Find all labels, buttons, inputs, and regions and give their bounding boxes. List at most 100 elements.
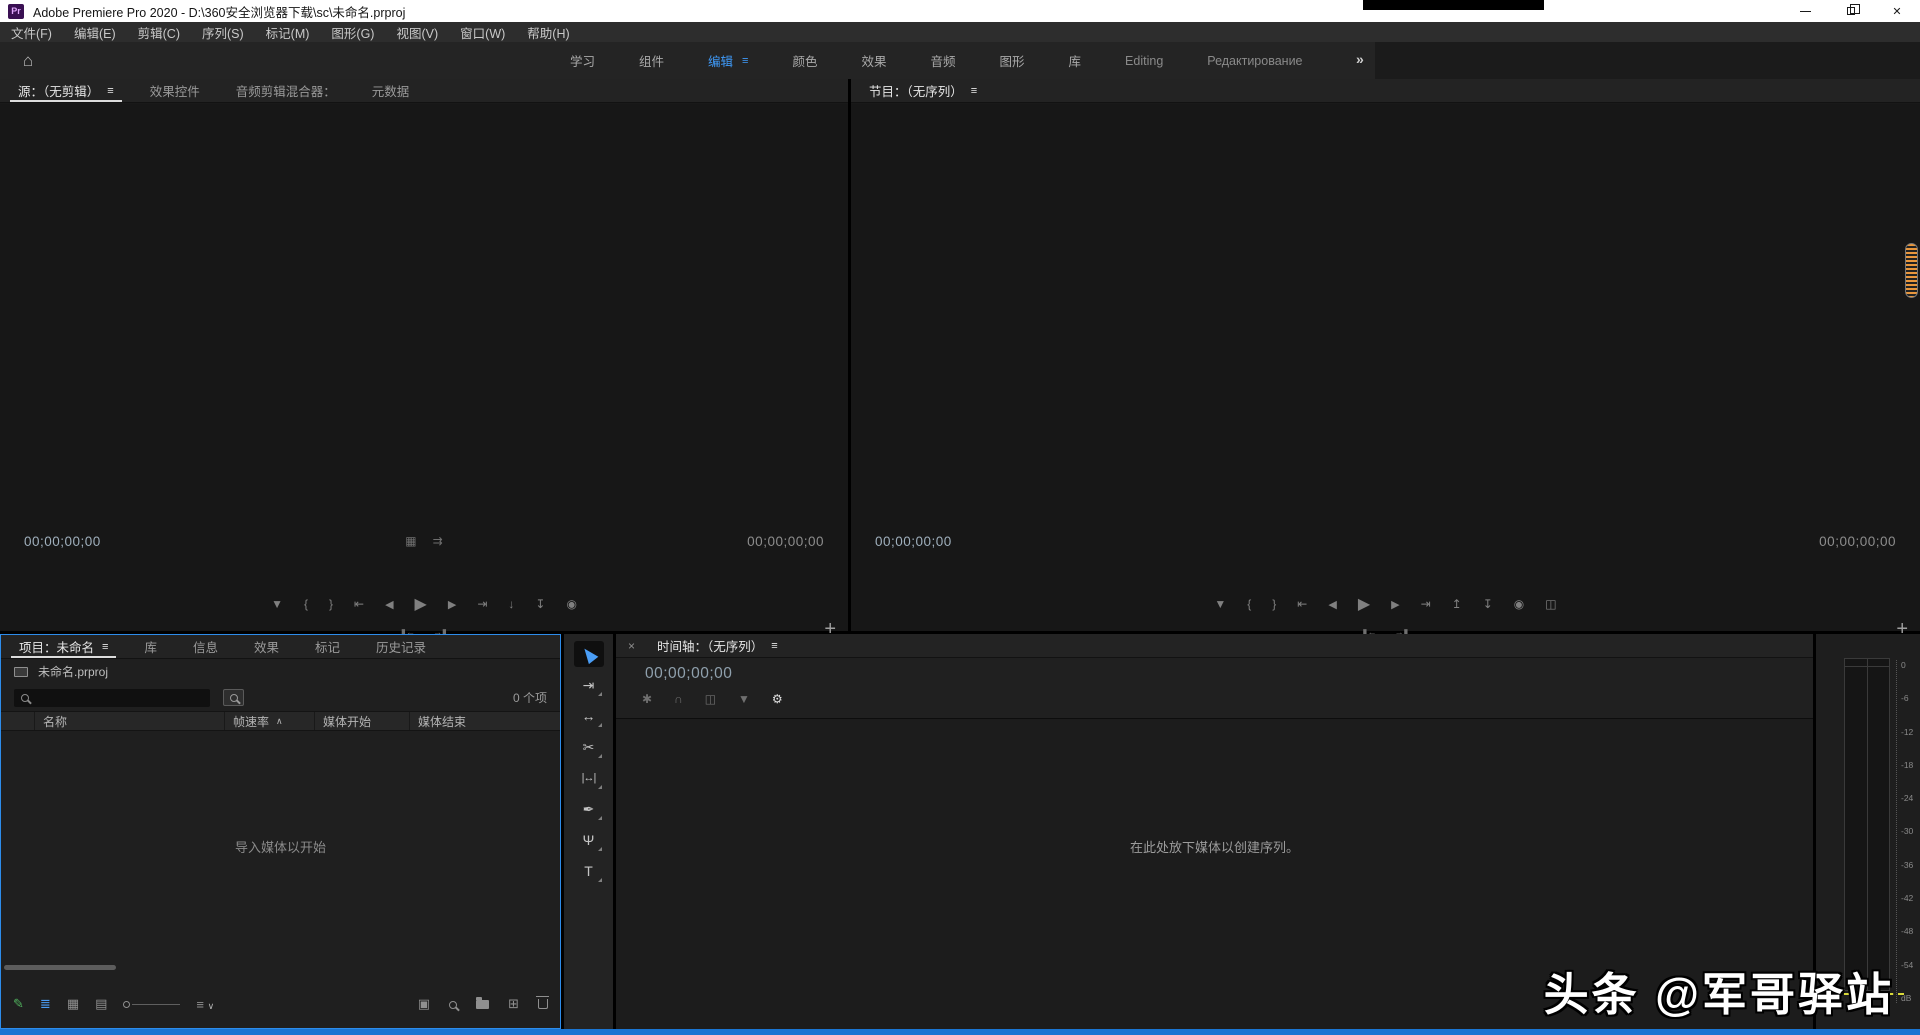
minimize-button[interactable] (1782, 0, 1828, 22)
icon-view-icon[interactable]: ▦ (67, 996, 79, 1012)
go-to-out-icon[interactable]: ⇥ (477, 597, 487, 611)
menu-window[interactable]: 窗口(W) (449, 23, 516, 42)
lift-icon[interactable]: ↥ (1452, 597, 1462, 611)
tab-metadata[interactable]: 元数据 (354, 79, 428, 102)
comparison-view-icon[interactable]: ◫ (1545, 597, 1556, 611)
tab-program[interactable]: 节目：（无序列） ≡ (851, 79, 995, 102)
tab-source[interactable]: 源：（无剪辑） ≡ (0, 79, 132, 102)
hidden-panel-drawer-handle[interactable] (1905, 243, 1918, 298)
step-back-icon[interactable]: ◀ (385, 598, 393, 611)
hand-tool[interactable]: Ψ (574, 827, 604, 853)
export-frame-icon[interactable]: ◉ (1514, 597, 1524, 611)
zoom-slider-handle[interactable] (123, 1001, 130, 1008)
tab-timeline[interactable]: 时间轴：（无序列） ≡ (639, 634, 796, 657)
workspace-tab-learning[interactable]: 学习 (548, 51, 617, 70)
panel-menu-icon[interactable]: ≡ (102, 641, 108, 653)
workspace-tab-libraries[interactable]: 库 (1047, 51, 1104, 70)
add-marker-icon[interactable]: ▼ (271, 597, 283, 611)
workspace-tab-editing-active[interactable]: 编辑 ≡ (686, 51, 770, 70)
export-frame-icon[interactable]: ◉ (566, 597, 576, 611)
tab-libraries[interactable]: 库 (126, 635, 175, 658)
add-marker-icon[interactable]: ▼ (1214, 597, 1226, 611)
monitor-settings-icon[interactable]: ⇉ (433, 534, 443, 548)
pen-tool[interactable]: ✒ (574, 796, 604, 822)
new-bin-icon[interactable] (476, 997, 489, 1012)
workspace-tab-editing-en[interactable]: Editing (1103, 54, 1185, 68)
extract-icon[interactable]: ↧ (1483, 597, 1493, 611)
tab-project[interactable]: 项目：未命名 ≡ (1, 635, 126, 658)
automate-to-sequence-icon[interactable]: ▣ (418, 996, 430, 1012)
track-select-forward-tool[interactable]: ⇥ (574, 672, 604, 698)
workspace-tab-assembly[interactable]: 组件 (617, 51, 686, 70)
menu-markers[interactable]: 标记(M) (255, 23, 321, 42)
menu-clip[interactable]: 剪辑(C) (127, 23, 191, 42)
workspace-menu-icon[interactable]: ≡ (742, 55, 748, 67)
overwrite-icon[interactable]: ↧ (535, 597, 545, 611)
workspace-tab-editing-ru[interactable]: Редактирование (1185, 54, 1324, 68)
razor-tool[interactable]: ✂ (574, 734, 604, 760)
tab-effect-controls[interactable]: 效果控件 (132, 79, 218, 102)
menu-graphics[interactable]: 图形(G) (320, 23, 385, 42)
panel-menu-icon[interactable]: ≡ (971, 85, 977, 97)
workspace-overflow-icon[interactable]: » (1356, 51, 1364, 67)
zoom-level-select-icon[interactable]: ▦ (405, 534, 416, 548)
step-forward-icon[interactable]: ▶ (448, 598, 456, 611)
mark-out-icon[interactable]: } (329, 597, 333, 611)
zoom-slider[interactable] (123, 1001, 180, 1008)
column-name[interactable]: 名称 (35, 712, 225, 730)
mark-in-icon[interactable]: { (304, 597, 308, 611)
new-item-icon[interactable]: ⊞ (508, 996, 519, 1012)
sort-icons-icon[interactable]: ≡ ∨ (196, 997, 214, 1012)
menu-help[interactable]: 帮助(H) (516, 23, 580, 42)
insert-icon[interactable]: ↓ (508, 597, 514, 611)
ripple-edit-tool[interactable]: ↔ (574, 703, 604, 729)
menu-sequence[interactable]: 序列(S) (191, 23, 255, 42)
search-input[interactable] (14, 689, 210, 707)
find-icon[interactable] (449, 997, 457, 1012)
go-to-out-icon[interactable]: ⇥ (1421, 597, 1431, 611)
tab-history[interactable]: 历史记录 (358, 635, 444, 658)
column-frame-rate[interactable]: 帧速率 ∧ (225, 712, 315, 730)
column-media-end[interactable]: 媒体结束 (410, 712, 560, 730)
tab-effects[interactable]: 效果 (236, 635, 297, 658)
column-media-start[interactable]: 媒体开始 (315, 712, 410, 730)
list-view-icon[interactable]: ≣ (40, 996, 51, 1012)
horizontal-scrollbar[interactable] (4, 965, 116, 970)
snap-magnet-icon[interactable]: ∩ (674, 692, 683, 706)
menu-edit[interactable]: 编辑(E) (63, 23, 127, 42)
close-panel-icon[interactable]: × (616, 639, 639, 653)
menu-view[interactable]: 视图(V) (385, 23, 449, 42)
timeline-settings-wrench-icon[interactable]: ⚙ (772, 692, 783, 706)
tab-markers[interactable]: 标记 (297, 635, 358, 658)
home-icon[interactable]: ⌂ (14, 49, 42, 72)
play-icon[interactable]: ▶ (415, 594, 427, 614)
play-icon[interactable]: ▶ (1358, 594, 1370, 614)
workspace-tab-graphics[interactable]: 图形 (978, 51, 1047, 70)
step-forward-icon[interactable]: ▶ (1391, 598, 1399, 611)
mark-out-icon[interactable]: } (1272, 597, 1276, 611)
selection-tool[interactable] (574, 641, 604, 667)
step-back-icon[interactable]: ◀ (1328, 598, 1336, 611)
mark-in-icon[interactable]: { (1247, 597, 1251, 611)
linked-selection-icon[interactable]: ◫ (705, 692, 716, 706)
menu-file[interactable]: 文件(F) (0, 23, 63, 42)
go-to-in-icon[interactable]: ⇤ (1297, 597, 1307, 611)
insert-overwrite-nest-icon[interactable]: ✱ (642, 692, 652, 706)
find-button[interactable] (223, 689, 244, 706)
tab-info[interactable]: 信息 (175, 635, 236, 658)
panel-menu-icon[interactable]: ≡ (107, 85, 113, 97)
project-writable-icon[interactable]: ✎ (13, 996, 24, 1012)
slip-tool[interactable]: |↔| (574, 765, 604, 791)
type-tool[interactable]: T (574, 858, 604, 884)
go-to-in-icon[interactable]: ⇤ (354, 597, 364, 611)
add-marker-icon[interactable]: ▼ (738, 692, 750, 706)
panel-menu-icon[interactable]: ≡ (771, 640, 777, 652)
workspace-tab-color[interactable]: 颜色 (770, 51, 839, 70)
restore-button[interactable] (1828, 0, 1874, 22)
clear-trash-icon[interactable] (538, 997, 548, 1012)
close-button[interactable]: ✕ (1874, 0, 1920, 22)
workspace-tab-audio[interactable]: 音频 (909, 51, 978, 70)
workspace-tab-effects[interactable]: 效果 (839, 51, 908, 70)
tab-audio-clip-mixer[interactable]: 音频剪辑混合器： (218, 79, 354, 102)
freeform-view-icon[interactable]: ▤ (95, 996, 107, 1012)
